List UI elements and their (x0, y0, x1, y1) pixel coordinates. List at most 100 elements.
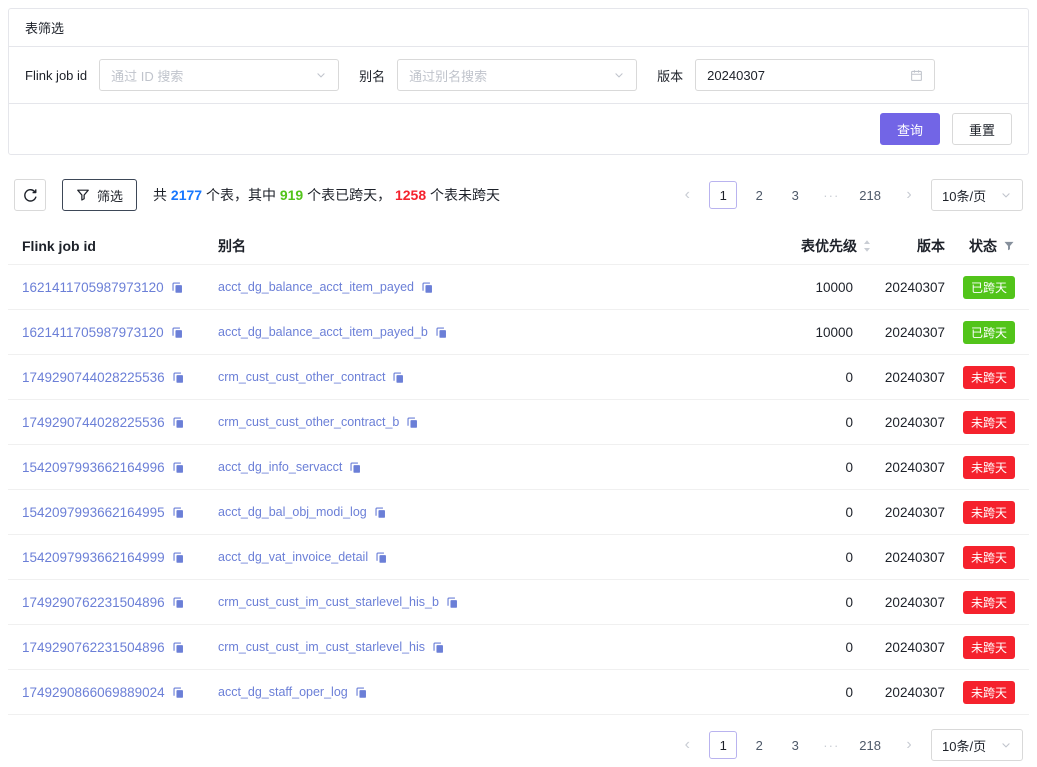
priority-value: 0 (845, 370, 853, 385)
table-row: 1749290744028225536 crm_cust_cust_other_… (8, 355, 1029, 400)
table-row: 1749290744028225536 crm_cust_cust_other_… (8, 400, 1029, 445)
alias-link[interactable]: acct_dg_staff_oper_log (218, 685, 348, 699)
filter-toggle-label: 筛选 (97, 186, 123, 205)
pagination-page[interactable]: 218 (853, 731, 887, 759)
flink-job-id-link[interactable]: 1542097993662164999 (22, 550, 165, 565)
flink-job-id-link[interactable]: 1542097993662164995 (22, 505, 165, 520)
alias-link[interactable]: acct_dg_info_servacct (218, 460, 342, 474)
alias-select[interactable]: 通过别名搜索 (397, 59, 637, 91)
alias-link[interactable]: acct_dg_bal_obj_modi_log (218, 505, 367, 519)
copy-icon[interactable] (172, 371, 185, 384)
copy-icon[interactable] (172, 551, 185, 564)
pagination-ellipsis[interactable]: ··· (817, 181, 845, 209)
version-value: 20240307 (885, 415, 945, 430)
pagination-page[interactable]: 218 (853, 181, 887, 209)
filter-card: 表筛选 Flink job id 通过 ID 搜索 别名 通过别名搜索 版本 2… (8, 8, 1029, 155)
alias-link[interactable]: crm_cust_cust_other_contract_b (218, 415, 399, 429)
pagination-page[interactable]: 3 (781, 181, 809, 209)
copy-icon[interactable] (406, 416, 419, 429)
page-size-select[interactable]: 10条/页 (931, 729, 1023, 761)
copy-icon[interactable] (172, 461, 185, 474)
table-row: 1621411705987973120 acct_dg_balance_acct… (8, 310, 1029, 355)
flink-job-id-link[interactable]: 1749290744028225536 (22, 370, 165, 385)
alias-link[interactable]: acct_dg_balance_acct_item_payed_b (218, 325, 428, 339)
pagination-page[interactable]: 3 (781, 731, 809, 759)
copy-icon[interactable] (172, 686, 185, 699)
flink-job-id-link[interactable]: 1621411705987973120 (22, 325, 164, 340)
summary-total-count: 2177 (171, 187, 202, 203)
copy-icon[interactable] (172, 641, 185, 654)
cell-flink-job-id: 1749290866069889024 (22, 685, 218, 700)
pagination-ellipsis[interactable]: ··· (817, 731, 845, 759)
flink-job-id-link[interactable]: 1749290762231504896 (22, 595, 165, 610)
flink-job-id-link[interactable]: 1621411705987973120 (22, 280, 164, 295)
copy-icon[interactable] (172, 416, 185, 429)
tables-table: Flink job id 别名 表优先级 版本 状态 1621411705987… (8, 227, 1029, 715)
cell-flink-job-id: 1749290744028225536 (22, 370, 218, 385)
flink-job-id-link[interactable]: 1749290744028225536 (22, 415, 165, 430)
cell-priority: 0 (663, 370, 853, 385)
pagination-prev-icon[interactable]: ‹ (673, 181, 701, 209)
toolbar-pagination-area: ‹ 123 ··· 218 › 10条/页 (673, 179, 1023, 211)
pagination-next-icon[interactable]: › (895, 731, 923, 759)
priority-value: 0 (845, 460, 853, 475)
pagination-page[interactable]: 1 (709, 731, 737, 759)
refresh-button[interactable] (14, 179, 46, 211)
copy-icon[interactable] (349, 461, 362, 474)
calendar-icon (910, 69, 923, 82)
copy-icon[interactable] (171, 281, 184, 294)
flink-job-id-link[interactable]: 1749290762231504896 (22, 640, 165, 655)
alias-link[interactable]: crm_cust_cust_im_cust_starlevel_his (218, 640, 425, 654)
status-badge: 未跨天 (963, 456, 1015, 479)
priority-value: 0 (845, 685, 853, 700)
cell-version: 20240307 (853, 550, 945, 565)
reset-button[interactable]: 重置 (952, 113, 1012, 145)
summary-text: 个表，其中 (202, 187, 280, 203)
copy-icon[interactable] (421, 281, 434, 294)
filter-toggle-button[interactable]: 筛选 (62, 179, 137, 211)
copy-icon[interactable] (171, 326, 184, 339)
copy-icon[interactable] (446, 596, 459, 609)
pagination-pages: 123 ··· 218 (709, 731, 887, 759)
copy-icon[interactable] (172, 506, 185, 519)
copy-icon[interactable] (435, 326, 448, 339)
alias-link[interactable]: crm_cust_cust_other_contract (218, 370, 385, 384)
copy-icon[interactable] (375, 551, 388, 564)
copy-icon[interactable] (355, 686, 368, 699)
pagination-prev-icon[interactable]: ‹ (673, 731, 701, 759)
copy-icon[interactable] (172, 596, 185, 609)
copy-icon[interactable] (432, 641, 445, 654)
version-date-input[interactable]: 20240307 (695, 59, 935, 91)
copy-icon[interactable] (374, 506, 387, 519)
priority-value: 10000 (815, 325, 853, 340)
cell-version: 20240307 (853, 325, 945, 340)
page-size-select[interactable]: 10条/页 (931, 179, 1023, 211)
cell-version: 20240307 (853, 505, 945, 520)
cell-version: 20240307 (853, 595, 945, 610)
alias-link[interactable]: acct_dg_vat_invoice_detail (218, 550, 368, 564)
pagination-page[interactable]: 2 (745, 181, 773, 209)
cell-status: 未跨天 (945, 411, 1015, 434)
status-badge: 未跨天 (963, 501, 1015, 524)
pagination-next-icon[interactable]: › (895, 181, 923, 209)
flink-job-id-select[interactable]: 通过 ID 搜索 (99, 59, 339, 91)
pagination-page[interactable]: 2 (745, 731, 773, 759)
status-badge: 未跨天 (963, 411, 1015, 434)
cell-alias: acct_dg_info_servacct (218, 460, 663, 474)
flink-job-id-link[interactable]: 1542097993662164996 (22, 460, 165, 475)
cell-status: 未跨天 (945, 501, 1015, 524)
table-row: 1749290762231504896 crm_cust_cust_im_cus… (8, 625, 1029, 670)
table-row: 1542097993662164999 acct_dg_vat_invoice_… (8, 535, 1029, 580)
pagination-page[interactable]: 1 (709, 181, 737, 209)
flink-job-id-link[interactable]: 1749290866069889024 (22, 685, 165, 700)
column-header-priority[interactable]: 表优先级 (663, 236, 853, 256)
filter-fields-row: Flink job id 通过 ID 搜索 别名 通过别名搜索 版本 20240… (9, 47, 1028, 104)
version-value: 20240307 (885, 280, 945, 295)
copy-icon[interactable] (392, 371, 405, 384)
column-filter-icon[interactable] (1003, 240, 1015, 252)
alias-link[interactable]: acct_dg_balance_acct_item_payed (218, 280, 414, 294)
query-button[interactable]: 查询 (880, 113, 940, 145)
cell-version: 20240307 (853, 640, 945, 655)
alias-link[interactable]: crm_cust_cust_im_cust_starlevel_his_b (218, 595, 439, 609)
cell-status: 未跨天 (945, 591, 1015, 614)
